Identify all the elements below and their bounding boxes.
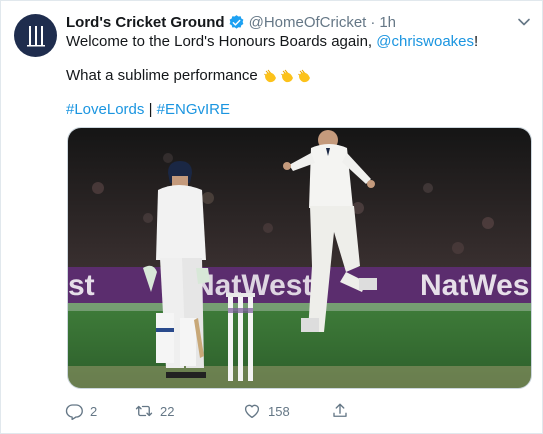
retweet-count: 22 [160, 403, 175, 419]
tweet-hashtags: #LoveLords | #ENGvIRE [66, 100, 230, 120]
reply-icon [65, 404, 83, 420]
tweet-text-line-2: What a sublime performance [66, 66, 312, 86]
avatar[interactable] [14, 14, 57, 57]
tweet-photo[interactable]: st NatWest NatWes [67, 127, 532, 389]
tweet-actions: 2 22 158 [65, 401, 365, 421]
tweet-text-2: What a sublime performance [66, 67, 258, 84]
clapping-hands-icon [297, 69, 310, 83]
tweet-card[interactable]: Lord's Cricket Ground @HomeOfCricket · 1… [0, 0, 543, 434]
author-name[interactable]: Lord's Cricket Ground [66, 14, 225, 31]
clapping-hands-icon [263, 69, 276, 83]
hashtag-separator: | [144, 101, 157, 118]
tweet-text-suffix: ! [474, 33, 479, 50]
hashtag-link[interactable]: #LoveLords [66, 101, 144, 118]
like-icon [244, 404, 260, 419]
cricket-photo: st NatWest NatWes [68, 128, 531, 388]
chevron-down-icon[interactable] [517, 15, 531, 29]
mention-link[interactable]: @chriswoakes [376, 33, 474, 50]
like-button[interactable]: 158 [243, 401, 290, 421]
retweet-button[interactable]: 22 [135, 401, 174, 421]
meta-separator: · [370, 13, 376, 31]
reply-button[interactable]: 2 [65, 401, 97, 421]
reply-count: 2 [90, 403, 98, 419]
lords-logo-icon [26, 25, 45, 46]
clapping-hands-icon [280, 69, 293, 83]
retweet-icon [135, 405, 153, 417]
tweet-timestamp[interactable]: 1h [379, 14, 396, 31]
tweet-header: Lord's Cricket Ground @HomeOfCricket · 1… [66, 12, 396, 32]
tweet-text: Welcome to the Lord's Honours Boards aga… [66, 33, 377, 50]
hashtag-link[interactable]: #ENGvIRE [157, 101, 230, 118]
verified-icon [229, 14, 243, 29]
stumps [226, 293, 255, 381]
tweet-text-line-1: Welcome to the Lord's Honours Boards aga… [66, 32, 478, 52]
share-icon [333, 403, 347, 417]
share-button[interactable] [331, 401, 349, 421]
board-text-right: NatWes [420, 269, 529, 302]
author-handle[interactable]: @HomeOfCricket [249, 14, 367, 31]
like-count: 158 [268, 403, 290, 419]
board-text-left: st [68, 269, 95, 302]
